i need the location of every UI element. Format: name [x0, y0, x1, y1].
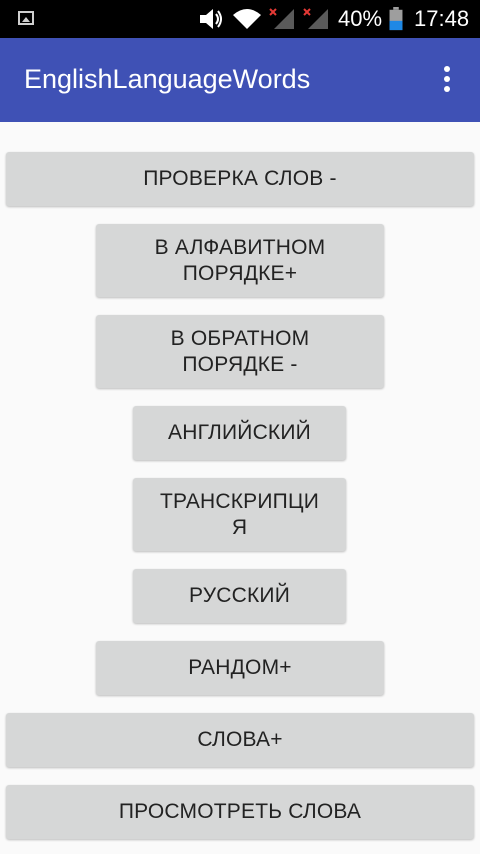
- app-bar: EnglishLanguageWords: [0, 38, 480, 122]
- battery-percent: 40%: [338, 6, 383, 31]
- random-button[interactable]: РАНДОМ+: [96, 641, 384, 695]
- app-title: EnglishLanguageWords: [24, 64, 311, 94]
- volume-icon: [200, 9, 222, 29]
- overflow-menu-icon[interactable]: [436, 66, 458, 96]
- wifi-icon: [233, 9, 261, 29]
- english-button[interactable]: АНГЛИЙСКИЙ: [133, 406, 346, 460]
- check-words-button[interactable]: ПРОВЕРКА СЛОВ -: [6, 152, 474, 206]
- transcription-button[interactable]: ТРАНСКРИПЦИ Я: [133, 478, 346, 551]
- gallery-icon: [18, 11, 34, 25]
- reverse-order-button[interactable]: В ОБРАТНОМ ПОРЯДКЕ -: [96, 315, 384, 388]
- signal-no-service-icon: [269, 8, 294, 29]
- clock: 17:48: [414, 6, 470, 31]
- words-button[interactable]: СЛОВА+: [6, 713, 474, 767]
- alphabetical-order-button[interactable]: В АЛФАВИТНОМ ПОРЯДКЕ+: [96, 224, 384, 297]
- battery-icon: [389, 7, 403, 31]
- russian-button[interactable]: РУССКИЙ: [133, 569, 346, 623]
- signal-no-service-icon: [303, 8, 328, 29]
- status-bar: 40% 17:48: [0, 0, 480, 38]
- view-words-button[interactable]: ПРОСМОТРЕТЬ СЛОВА: [6, 785, 474, 839]
